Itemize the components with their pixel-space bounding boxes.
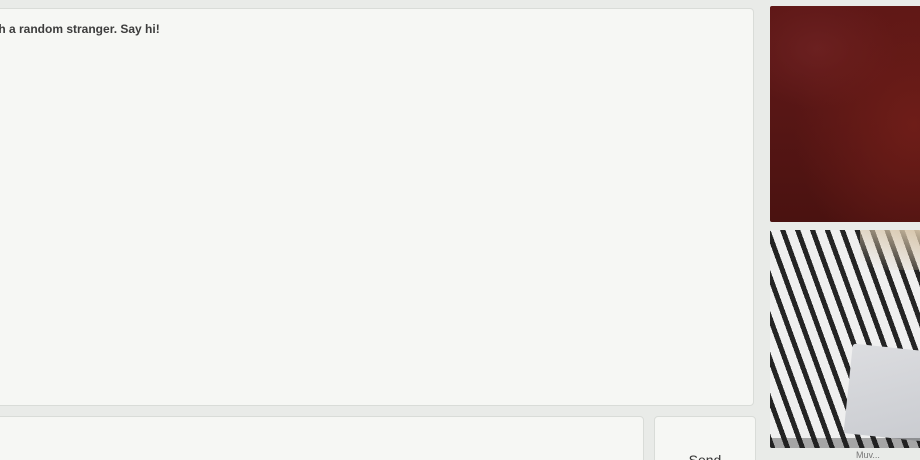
self-video [770, 230, 920, 448]
send-button[interactable]: Send [654, 416, 756, 460]
video-paper-shape [843, 343, 920, 443]
chat-app: ith a random stranger. Say hi! Send Muv.… [0, 0, 920, 460]
message-input[interactable] [0, 416, 644, 460]
status-message: ith a random stranger. Say hi! [0, 22, 160, 36]
stranger-video [770, 6, 920, 222]
video-watermark: Muv... [856, 450, 880, 460]
video-edge-shade [770, 438, 920, 448]
chat-log[interactable]: ith a random stranger. Say hi! [0, 8, 754, 406]
video-background-shape [860, 230, 920, 270]
